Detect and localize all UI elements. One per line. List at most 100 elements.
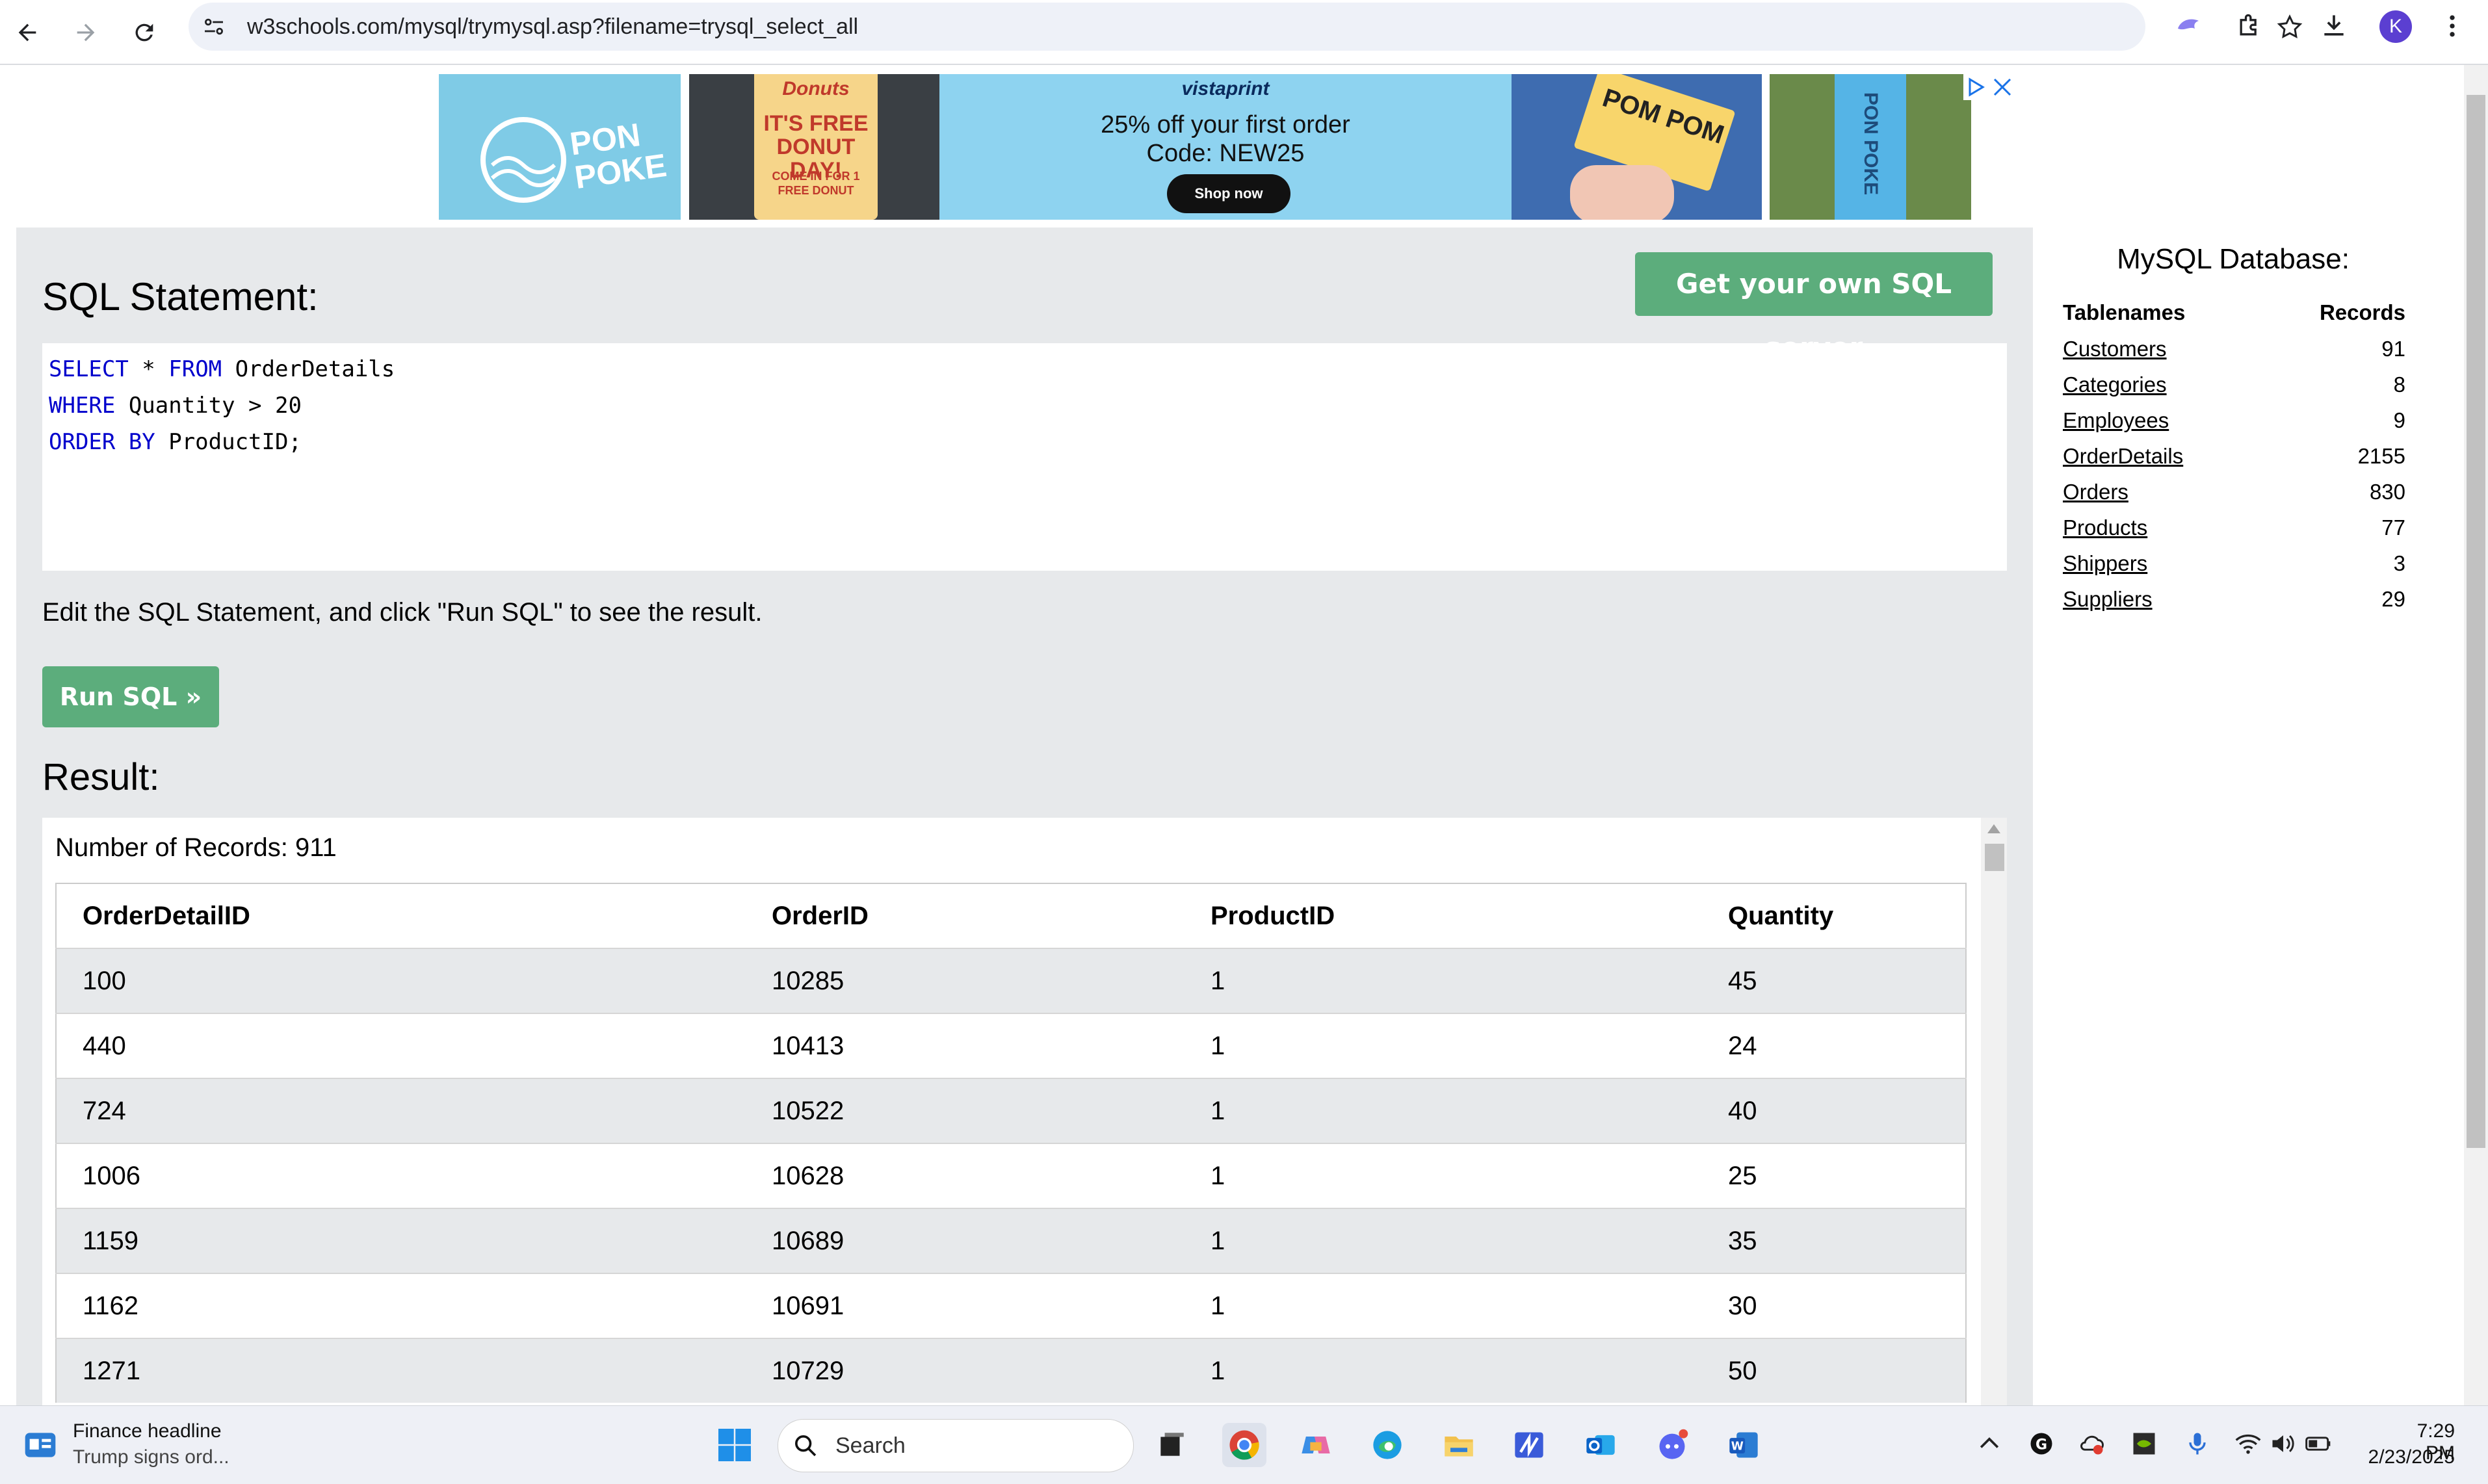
sql-text: ProductID; <box>155 429 302 455</box>
copilot-app-icon[interactable] <box>1294 1423 1338 1467</box>
ad-choices[interactable] <box>1963 74 2015 100</box>
database-sidebar: MySQL Database: Tablenames Records Custo… <box>2038 228 2454 878</box>
table-link-shippers[interactable]: Shippers <box>2063 551 2147 576</box>
volume-icon[interactable] <box>2269 1429 2298 1458</box>
tryit-panel: SQL Statement: Get your own SQL server S… <box>16 228 2033 1405</box>
ad-hand <box>1570 165 1674 220</box>
nvidia-icon[interactable] <box>2130 1429 2158 1458</box>
browser-menu-icon[interactable] <box>2437 10 2468 42</box>
cloud-sync-icon[interactable] <box>2078 1429 2106 1458</box>
result-scrollbar[interactable] <box>1981 818 2007 1405</box>
windows-taskbar: Finance headline Trump signs ord... Sear… <box>0 1405 2488 1484</box>
clock-date[interactable]: 2/23/2025 <box>2364 1446 2455 1468</box>
table-cell: 10729 <box>746 1338 1185 1403</box>
table-cell: 10413 <box>746 1013 1185 1078</box>
site-info-icon[interactable] <box>200 13 228 40</box>
extension-ai-icon[interactable] <box>2173 10 2204 42</box>
table-link-products[interactable]: Products <box>2063 515 2147 540</box>
news-widget-icon[interactable] <box>22 1427 59 1463</box>
table-link-customers[interactable]: Customers <box>2063 337 2167 361</box>
bookmark-star-icon[interactable] <box>2275 13 2304 42</box>
forward-button[interactable] <box>68 14 104 51</box>
column-header: ProductID <box>1185 883 1702 948</box>
table-link-orders[interactable]: Orders <box>2063 480 2128 504</box>
back-button[interactable] <box>9 14 46 51</box>
ad-shop-now-button[interactable]: Shop now <box>1167 174 1290 213</box>
news-headline[interactable]: Finance headline <box>73 1420 222 1442</box>
web-page: PON POKE Donuts IT'S FREE DONUT DAY! COM… <box>0 65 2464 1405</box>
column-header: Quantity <box>1702 883 1966 948</box>
table-row: 100 10285 1 45 <box>56 948 1966 1013</box>
wifi-icon[interactable] <box>2234 1429 2262 1458</box>
task-view-icon[interactable] <box>1149 1423 1194 1467</box>
table-cell: 1 <box>1185 1338 1702 1403</box>
table-row: 1271 10729 1 50 <box>56 1338 1966 1403</box>
result-table: OrderDetailID OrderID ProductID Quantity… <box>55 883 1967 1403</box>
table-cell: 440 <box>56 1013 746 1078</box>
reload-button[interactable] <box>126 14 163 51</box>
grammarly-icon[interactable]: G <box>2027 1429 2056 1458</box>
news-subtitle[interactable]: Trump signs ord... <box>73 1446 229 1468</box>
ad-tile-pompom[interactable]: POM POM <box>1512 74 1762 220</box>
ad-close-icon[interactable] <box>1963 74 2015 100</box>
file-explorer-icon[interactable] <box>1437 1423 1481 1467</box>
table-cell: 1162 <box>56 1273 746 1338</box>
table-cell: 25 <box>1702 1143 1966 1208</box>
edge-app-icon[interactable] <box>1365 1423 1409 1467</box>
sql-text: * <box>128 356 169 382</box>
record-count-value: 77 <box>2381 515 2405 540</box>
result-scroll-thumb[interactable] <box>1985 844 2004 871</box>
address-bar[interactable]: w3schools.com/mysql/trymysql.asp?filenam… <box>189 3 2303 51</box>
profile-avatar[interactable]: K <box>2379 10 2412 43</box>
svg-text:G: G <box>2036 1437 2047 1453</box>
ad-tile-donuts[interactable]: Donuts IT'S FREE DONUT DAY! COME IN FOR … <box>689 74 939 220</box>
taskbar-search[interactable]: Search <box>778 1419 1134 1472</box>
table-cell: 50 <box>1702 1338 1966 1403</box>
table-cell: 1271 <box>56 1338 746 1403</box>
table-cell: 35 <box>1702 1208 1966 1273</box>
result-frame[interactable]: Number of Records: 911 OrderDetailID Ord… <box>42 818 2007 1405</box>
table-cell: 10285 <box>746 948 1185 1013</box>
table-link-categories[interactable]: Categories <box>2063 372 2167 397</box>
sql-code[interactable]: SELECT * FROM OrderDetails WHERE Quantity… <box>49 351 395 460</box>
page-scroll-thumb[interactable] <box>2467 95 2485 1148</box>
run-sql-button[interactable]: Run SQL » <box>42 666 219 727</box>
sql-editor[interactable]: SELECT * FROM OrderDetails WHERE Quantity… <box>42 343 2007 571</box>
microphone-icon[interactable] <box>2183 1429 2212 1458</box>
chrome-app-icon[interactable] <box>1222 1423 1266 1467</box>
extensions-puzzle-icon[interactable] <box>2234 10 2265 42</box>
sql-keyword: WHERE <box>49 393 116 419</box>
table-cell: 10691 <box>746 1273 1185 1338</box>
ad-donut-sign: Donuts IT'S FREE DONUT DAY! COME IN FOR … <box>754 74 878 220</box>
page-scrollbar[interactable] <box>2464 65 2488 1405</box>
scroll-up-arrow-icon[interactable] <box>1987 824 2000 833</box>
visual-studio-icon[interactable] <box>1507 1423 1551 1467</box>
outlook-app-icon[interactable] <box>1578 1423 1623 1467</box>
sidebar-row: Orders 830 <box>2063 480 2405 515</box>
chevron-up-icon[interactable] <box>1975 1429 2004 1458</box>
url-text[interactable]: w3schools.com/mysql/trymysql.asp?filenam… <box>247 3 858 51</box>
get-own-sql-server-button[interactable]: Get your own SQL server <box>1635 252 1993 363</box>
table-cell: 1 <box>1185 1143 1702 1208</box>
record-count-value: 91 <box>2381 337 2405 361</box>
search-placeholder: Search <box>835 1433 906 1458</box>
ad-tile-ponpoke[interactable]: PON POKE <box>439 74 681 220</box>
ad-tile-bottle[interactable]: PON POKE <box>1770 74 1971 220</box>
ad-banner[interactable]: PON POKE Donuts IT'S FREE DONUT DAY! COM… <box>439 74 2015 220</box>
table-link-orderdetails[interactable]: OrderDetails <box>2063 444 2183 469</box>
code-line-1: SELECT * FROM OrderDetails <box>49 351 395 387</box>
word-app-icon[interactable]: W <box>1722 1423 1766 1467</box>
table-row: 1162 10691 1 30 <box>56 1273 1966 1338</box>
record-count-value: 830 <box>2369 480 2405 504</box>
windows-start-icon[interactable] <box>715 1425 754 1464</box>
ad-vistaprint-panel[interactable]: vistaprint 25% off your first order Code… <box>939 74 1512 220</box>
table-cell: 1159 <box>56 1208 746 1273</box>
table-link-employees[interactable]: Employees <box>2063 408 2169 433</box>
discord-app-icon[interactable] <box>1650 1423 1694 1467</box>
battery-icon[interactable] <box>2304 1429 2333 1458</box>
table-link-suppliers[interactable]: Suppliers <box>2063 587 2153 612</box>
ad-headline: 25% off your first order Code: NEW25 <box>1101 111 1350 167</box>
downloads-icon[interactable] <box>2318 10 2350 42</box>
ad-tile1-text: PON POKE <box>568 116 669 196</box>
record-count-value: 9 <box>2393 408 2405 432</box>
